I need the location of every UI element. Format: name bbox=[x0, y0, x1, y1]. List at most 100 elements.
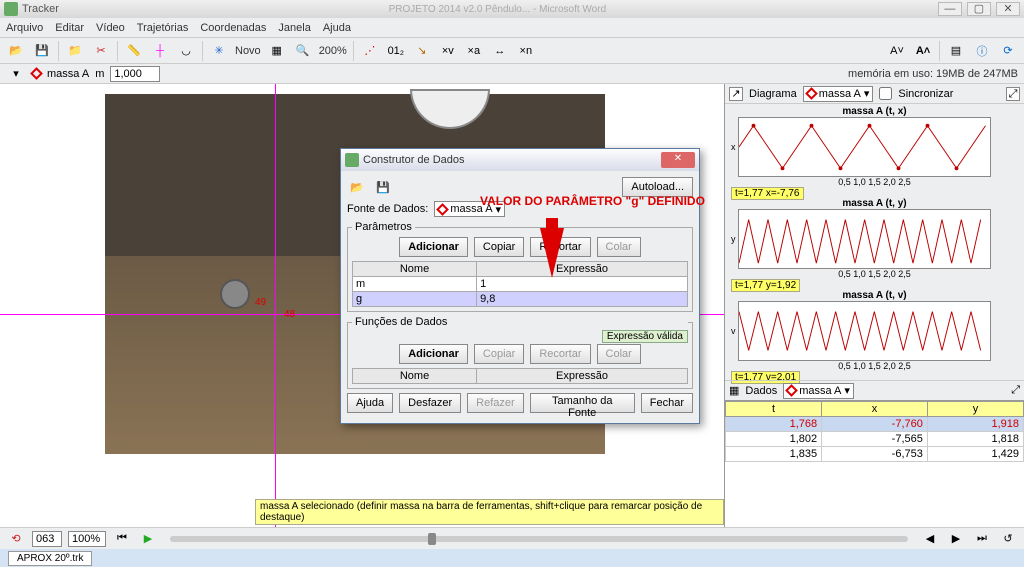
sync-checkbox[interactable] bbox=[879, 87, 892, 100]
func-paste-button[interactable]: Colar bbox=[597, 344, 641, 364]
plot-track-select[interactable]: massa A ▾ bbox=[803, 86, 874, 102]
func-add-button[interactable]: Adicionar bbox=[399, 344, 468, 364]
plot-view-menu-icon[interactable]: ↗ bbox=[729, 87, 743, 101]
maximize-table-icon[interactable]: ⤢ bbox=[1011, 384, 1020, 397]
path-icon[interactable]: ↘ bbox=[412, 41, 432, 61]
open-icon[interactable]: 📂 bbox=[6, 41, 26, 61]
menu-ajuda[interactable]: Ajuda bbox=[323, 22, 351, 34]
menu-video[interactable]: Vídeo bbox=[96, 22, 125, 34]
table-row[interactable]: 1,768 -7,760 1,918 bbox=[726, 417, 1024, 432]
maximize-plots-icon[interactable]: ⤢ bbox=[1006, 87, 1020, 101]
data-builder-dialog: Construtor de Dados ✕ 📂 💾 Autoload... Fo… bbox=[340, 148, 700, 424]
new-track-label[interactable]: Novo bbox=[235, 45, 261, 57]
protractor-icon[interactable]: ◡ bbox=[176, 41, 196, 61]
accel-icon[interactable]: ×a bbox=[464, 41, 484, 61]
table-row[interactable]: 1,802 -7,565 1,818 bbox=[726, 432, 1024, 447]
table-row[interactable]: 1,835 -6,753 1,429 bbox=[726, 447, 1024, 462]
param-col-expr: Expressão bbox=[477, 262, 688, 277]
axes-icon[interactable]: ┼ bbox=[150, 41, 170, 61]
frame-marker-49[interactable]: 49 bbox=[255, 297, 266, 308]
dialog-close-icon[interactable]: ✕ bbox=[661, 152, 695, 168]
func-col-name: Nome bbox=[353, 369, 477, 384]
data-table[interactable]: t x y 1,768 -7,760 1,918 1,802 -7,565 1,… bbox=[725, 400, 1024, 527]
velocity-icon[interactable]: ×v bbox=[438, 41, 458, 61]
video-hint: massa A selecionado (definir massa na ba… bbox=[255, 499, 724, 525]
track-name[interactable]: massa A bbox=[47, 68, 89, 80]
background-window-title: PROJETO 2014 v2.0 Pêndulo... - Microsoft… bbox=[59, 4, 936, 15]
trails-icon[interactable]: ⋰ bbox=[360, 41, 380, 61]
right-panel: ↗ Diagrama massa A ▾ Sincronizar ⤢ massa… bbox=[724, 84, 1024, 527]
plot-v[interactable]: massa A (t, v) v 0,5 1,0 1,5 2,0 2,5 t=1… bbox=[725, 288, 1024, 380]
undo-button[interactable]: Desfazer bbox=[399, 393, 461, 413]
clip-icon[interactable]: ✂ bbox=[91, 41, 111, 61]
plot-x-title: massa A (t, x) bbox=[731, 106, 1018, 117]
plot-y[interactable]: massa A (t, y) y 0,5 1,0 1,5 2,0 2,5 t=1… bbox=[725, 196, 1024, 288]
calibration-icon[interactable]: 📏 bbox=[124, 41, 144, 61]
param-copy-button[interactable]: Copiar bbox=[474, 237, 524, 257]
labels-icon[interactable]: 01₂ bbox=[386, 41, 406, 61]
multiply-icon[interactable]: ×n bbox=[516, 41, 536, 61]
step-fwd-icon[interactable]: ▶ bbox=[946, 529, 966, 549]
skip-back-icon[interactable]: ⏮ bbox=[112, 529, 132, 549]
font-larger-icon[interactable]: A˄ bbox=[913, 41, 933, 61]
font-smaller-icon[interactable]: A˅ bbox=[887, 41, 907, 61]
param-row-m[interactable]: m1 bbox=[353, 277, 688, 292]
rate-input[interactable] bbox=[68, 531, 106, 547]
table-track-select[interactable]: massa A ▾ bbox=[783, 383, 854, 399]
close-button[interactable]: Fechar bbox=[641, 393, 693, 413]
dialog-open-icon[interactable]: 📂 bbox=[347, 177, 367, 197]
func-copy-button[interactable]: Copiar bbox=[474, 344, 524, 364]
data-label[interactable]: Dados bbox=[745, 385, 777, 397]
zoom-icon[interactable]: 🔍 bbox=[293, 41, 313, 61]
skip-fwd-icon[interactable]: ⏭ bbox=[972, 529, 992, 549]
diagram-label[interactable]: Diagrama bbox=[749, 88, 797, 100]
stretch-icon[interactable]: ↔ bbox=[490, 41, 510, 61]
col-t[interactable]: t bbox=[726, 402, 822, 417]
menu-arquivo[interactable]: Arquivo bbox=[6, 22, 43, 34]
menu-coordenadas[interactable]: Coordenadas bbox=[200, 22, 266, 34]
zoom-value[interactable]: 200% bbox=[319, 45, 347, 57]
open-video-icon[interactable]: 📁 bbox=[65, 41, 85, 61]
parameters-table[interactable]: NomeExpressão m1 g9,8 bbox=[352, 261, 688, 307]
redo-button[interactable]: Refazer bbox=[467, 393, 524, 413]
menu-janela[interactable]: Janela bbox=[278, 22, 310, 34]
notes-icon[interactable]: ▤ bbox=[946, 41, 966, 61]
pendulum-object bbox=[220, 279, 250, 309]
info-icon[interactable]: ⓘ bbox=[972, 41, 992, 61]
plot-x[interactable]: massa A (t, x) x 0,5 1,0 1,5 2,0 2,5 t=1… bbox=[725, 104, 1024, 196]
file-tab[interactable]: APROX 20º.trk bbox=[8, 551, 92, 566]
close-window-button[interactable]: ✕ bbox=[996, 2, 1020, 16]
table-view-menu-icon[interactable]: ▦ bbox=[729, 384, 739, 397]
param-row-g[interactable]: g9,8 bbox=[353, 292, 688, 307]
func-cut-button[interactable]: Recortar bbox=[530, 344, 590, 364]
col-x[interactable]: x bbox=[822, 402, 928, 417]
frame-marker-48[interactable]: 48 bbox=[284, 309, 295, 320]
playback-slider[interactable] bbox=[170, 536, 908, 542]
track-dropdown-icon[interactable]: ▾ bbox=[6, 64, 26, 84]
track-control-icon[interactable]: ▦ bbox=[267, 41, 287, 61]
step-back-icon[interactable]: ◀ bbox=[920, 529, 940, 549]
new-track-icon[interactable]: ✳ bbox=[209, 41, 229, 61]
refresh-icon[interactable]: ⟳ bbox=[998, 41, 1018, 61]
col-y[interactable]: y bbox=[927, 402, 1023, 417]
save-icon[interactable]: 💾 bbox=[32, 41, 52, 61]
param-paste-button[interactable]: Colar bbox=[597, 237, 641, 257]
reset-icon[interactable]: ⟲ bbox=[6, 529, 26, 549]
mass-input[interactable] bbox=[110, 66, 160, 82]
menu-editar[interactable]: Editar bbox=[55, 22, 84, 34]
dialog-titlebar[interactable]: Construtor de Dados ✕ bbox=[341, 149, 699, 171]
loop-icon[interactable]: ↺ bbox=[998, 529, 1018, 549]
play-icon[interactable]: ▶ bbox=[138, 529, 158, 549]
minimize-button[interactable]: — bbox=[938, 2, 962, 16]
functions-table[interactable]: NomeExpressão bbox=[352, 368, 688, 384]
frame-input[interactable] bbox=[32, 531, 62, 547]
axis-y[interactable] bbox=[275, 84, 276, 527]
track-marker-icon bbox=[30, 67, 43, 80]
help-button[interactable]: Ajuda bbox=[347, 393, 393, 413]
font-size-button[interactable]: Tamanho da Fonte bbox=[530, 393, 635, 413]
menu-trajetorias[interactable]: Trajetórias bbox=[137, 22, 189, 34]
dialog-icon bbox=[345, 153, 359, 167]
maximize-button[interactable]: ▢ bbox=[967, 2, 991, 16]
dialog-save-icon[interactable]: 💾 bbox=[373, 177, 393, 197]
param-add-button[interactable]: Adicionar bbox=[399, 237, 468, 257]
